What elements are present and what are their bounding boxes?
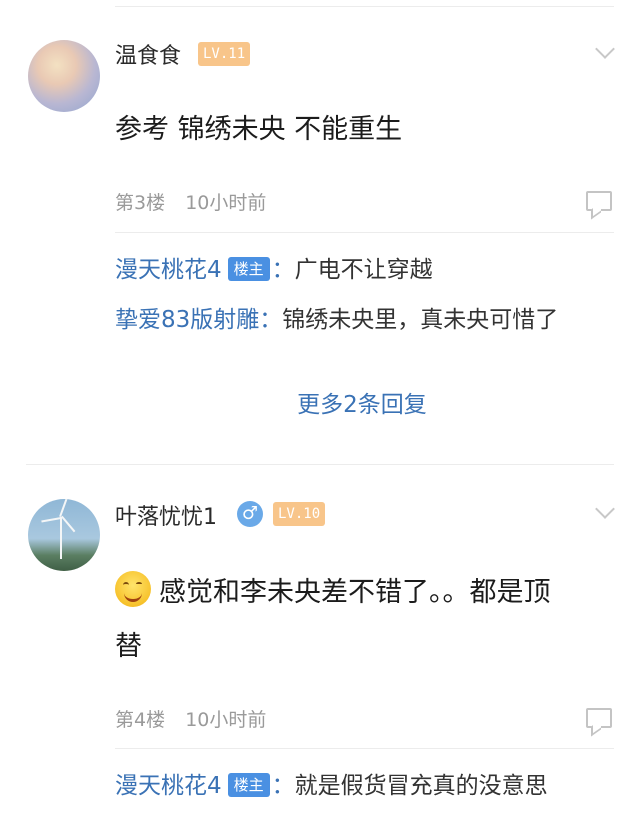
smile-emoji-icon xyxy=(115,571,151,607)
turbine-blade xyxy=(41,517,62,523)
comment-content-line2: 替 xyxy=(115,631,142,662)
avatar[interactable] xyxy=(28,499,100,571)
chevron-down-icon[interactable] xyxy=(595,499,615,519)
comment-item: 叶落忧忧1 ♂ LV.10 感觉和李未央差不错了。。都是顶 替 第4楼 10小时… xyxy=(0,0,640,821)
turbine-blade xyxy=(61,515,76,533)
comment-content-line1: 感觉和李未央差不错了。。都是顶 xyxy=(159,577,551,608)
comment-meta: 第4楼 10小时前 xyxy=(115,705,266,732)
reply-username[interactable]: 漫天桃花4 xyxy=(115,773,222,799)
comment-content: 感觉和李未央差不错了。。都是顶 替 xyxy=(115,566,600,674)
turbine-image xyxy=(60,517,62,559)
divider xyxy=(115,748,614,749)
turbine-blade xyxy=(59,499,68,517)
floor-number: 第4楼 xyxy=(115,709,166,731)
male-icon: ♂ xyxy=(237,501,263,527)
reply-text: 就是假货冒充真的没意思 xyxy=(294,773,548,799)
op-badge: 楼主 xyxy=(227,773,270,797)
comment-time: 10小时前 xyxy=(185,709,267,731)
reply-separator: ： xyxy=(271,773,295,799)
username[interactable]: 叶落忧忧1 xyxy=(115,499,217,531)
level-badge: LV.10 xyxy=(273,502,326,526)
reply-item[interactable]: 漫天桃花4 楼主 ：就是假货冒充真的没意思 xyxy=(115,770,614,802)
reply-icon[interactable] xyxy=(586,708,612,728)
